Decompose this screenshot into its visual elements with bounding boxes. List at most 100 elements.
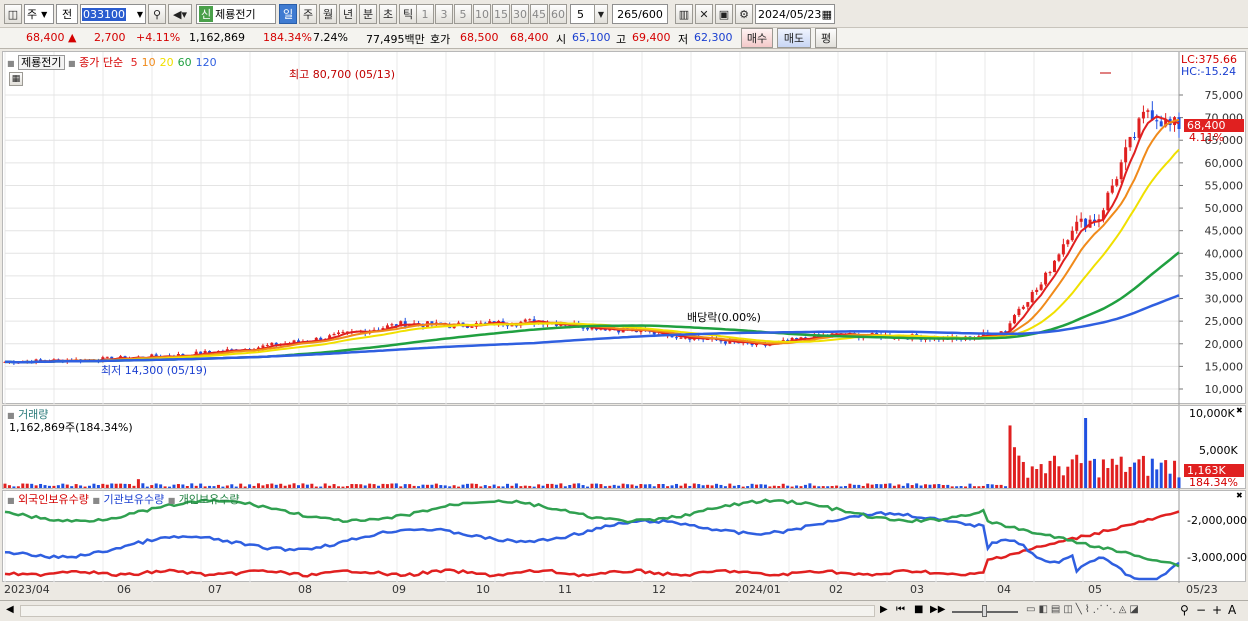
interval-button[interactable]: 30 [511, 4, 529, 24]
candle [1155, 120, 1159, 122]
volume-bar [559, 483, 563, 488]
candle [1044, 272, 1048, 285]
interval-button[interactable]: 5 [454, 4, 472, 24]
volume-bar [1008, 425, 1012, 488]
plus-icon[interactable]: + [1212, 603, 1222, 617]
volume-bar [630, 484, 634, 488]
volume-bar [1026, 477, 1030, 488]
buy-button[interactable]: 매수 [741, 28, 773, 48]
close-icon[interactable]: ✖ [1236, 406, 1243, 415]
period-button[interactable]: 초 [379, 4, 397, 24]
holdings-line [4, 510, 1180, 578]
scroll-right-icon[interactable]: ▶ [880, 604, 888, 615]
volume-bar [915, 483, 919, 488]
volume-value: 1,162,869주(184.34%) [9, 421, 133, 434]
crosshair-icon[interactable]: ✕ [695, 4, 713, 24]
sell-button[interactable]: 매도 [777, 28, 811, 48]
close-icon[interactable]: ✖ [1236, 491, 1243, 500]
volume-bar [594, 483, 598, 488]
holdings-tick: -3,000,000 [1187, 551, 1247, 564]
period-button[interactable]: 년 [339, 4, 357, 24]
time-tick: 02 [829, 583, 843, 596]
calendar-icon[interactable]: ▦ [822, 8, 832, 21]
volume-bar [999, 484, 1003, 488]
volume-bar [101, 483, 105, 488]
scroll-track[interactable] [20, 605, 875, 617]
date-input[interactable]: 2024/05/23 ▦ [755, 4, 835, 24]
volume-bar [248, 484, 252, 488]
window-menu-icon[interactable]: ◫ [4, 4, 22, 24]
volume-bar [661, 483, 665, 488]
minus-icon[interactable]: − [1196, 603, 1206, 617]
volume-bar [141, 483, 145, 488]
stock-name-field[interactable]: 신 제룡전기 [196, 4, 276, 24]
candle-icon[interactable]: ▥ [675, 4, 693, 24]
save-icon[interactable]: ▣ [715, 4, 733, 24]
zoom-handle[interactable] [982, 605, 987, 617]
count-total: /600 [638, 7, 663, 21]
count-field[interactable]: 265/600 [612, 4, 668, 24]
volume-bar [1012, 447, 1016, 488]
volume-bar [790, 486, 794, 488]
period-type-select[interactable]: 주 ▼ [24, 4, 54, 24]
first-icon[interactable]: ⏮ [896, 604, 905, 615]
volume-bar [3, 483, 7, 488]
volume-bar [608, 485, 612, 488]
holdings-legend: ■ 외국인보유수량 ■ 기관보유수량 ■ 개인보유수량 [7, 491, 240, 507]
volume-bar [1119, 456, 1123, 488]
zoom-icon[interactable]: ⚲ [1180, 603, 1189, 617]
stop-icon[interactable]: ■ [914, 604, 923, 615]
adjust-select[interactable]: 전 [56, 4, 78, 24]
speaker-icon[interactable]: ◀▾ [168, 4, 192, 24]
table-icon[interactable]: ▦ [9, 72, 23, 86]
price-chart[interactable]: 75,00070,00065,00060,00055,00050,00045,0… [3, 52, 1247, 405]
play-icon[interactable]: ▶▶ [930, 604, 945, 615]
volume-bar [514, 483, 518, 488]
volume-bar [981, 485, 985, 488]
volume-bar [74, 484, 78, 488]
volume-bar [808, 483, 812, 488]
volume-bar [159, 484, 163, 488]
interval-button[interactable]: 60 [549, 4, 567, 24]
volume-bar [532, 486, 536, 488]
period-button[interactable]: 일 [279, 4, 297, 24]
time-tick: 2023/04 [4, 583, 50, 596]
volume-bar [692, 483, 696, 488]
volume-bar [683, 483, 687, 488]
volume-bar [70, 486, 74, 488]
stock-code-input[interactable]: 033100 ▼ [80, 4, 146, 24]
holdings-line [4, 511, 1180, 581]
eval-button[interactable]: 평 [815, 28, 837, 48]
volume-bar [377, 485, 381, 488]
volume-bar [350, 484, 354, 488]
volume-panel[interactable]: ■ 거래량 1,162,869주(184.34%) 10,000K 5,000K… [2, 405, 1247, 490]
period-button[interactable]: 주 [299, 4, 317, 24]
scroll-bar[interactable]: ◀ ▶ ⏮ ■ ▶▶ ▭◧▤◫╲⌇⋰⋱◬◪ ⚲ − + A [0, 600, 1248, 621]
search-icon[interactable]: ⚲ [148, 4, 166, 24]
interval-button[interactable]: 10 [473, 4, 491, 24]
volume-bar [408, 484, 412, 488]
interval-button[interactable]: 3 [435, 4, 453, 24]
gear-icon[interactable]: ⚙ [735, 4, 753, 24]
chevron-down-icon[interactable]: ▼ [594, 4, 608, 24]
period-button[interactable]: 월 [319, 4, 337, 24]
candle [337, 332, 341, 334]
candle [1070, 230, 1074, 241]
interval-button[interactable]: 15 [492, 4, 510, 24]
period-button[interactable]: 분 [359, 4, 377, 24]
chevron-down-icon[interactable]: ▼ [137, 10, 143, 19]
period-button[interactable]: 틱 [399, 4, 417, 24]
font-icon[interactable]: A [1228, 603, 1236, 617]
drawing-tools-icon[interactable]: ▭◧▤◫╲⌇⋰⋱◬◪ [1026, 604, 1142, 615]
volume-bar [172, 484, 176, 488]
interval-button[interactable]: 45 [530, 4, 548, 24]
interval-button[interactable]: 1 [416, 4, 434, 24]
scroll-left-icon[interactable]: ◀ [6, 604, 14, 615]
volume-bar [755, 484, 759, 488]
price-panel[interactable]: 75,00070,00065,00060,00055,00050,00045,0… [2, 51, 1247, 405]
volume-chart[interactable] [3, 406, 1247, 490]
holdings-panel[interactable]: ■ 외국인보유수량 ■ 기관보유수량 ■ 개인보유수량 -2,000,000 -… [2, 490, 1247, 583]
candle [1128, 136, 1132, 148]
volume-bar [136, 479, 140, 488]
ma-period: 120 [195, 56, 217, 69]
